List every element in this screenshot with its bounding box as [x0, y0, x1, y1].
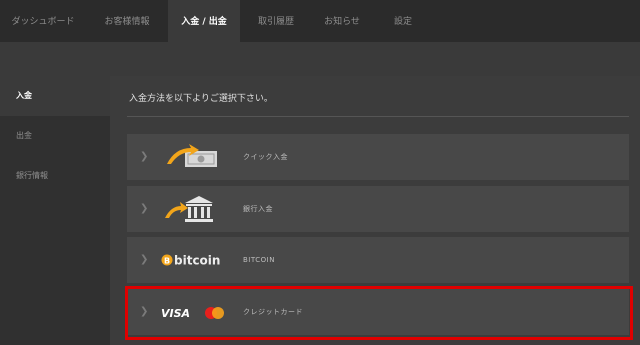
- top-navigation: ダッシュボード お客様情報 入金 / 出金 取引履歴 お知らせ 設定: [0, 0, 640, 42]
- bank-icon: [161, 194, 221, 224]
- method-bitcoin[interactable]: ❯ B bitcoin BITCOIN: [127, 237, 629, 283]
- sidebar-item-withdrawal[interactable]: 出金: [0, 116, 110, 156]
- method-label: BITCOIN: [243, 256, 275, 264]
- method-bank-deposit[interactable]: ❯ 銀行入金: [127, 186, 629, 232]
- tab-notices[interactable]: お知らせ: [312, 0, 372, 42]
- bitcoin-logo: B bitcoin: [161, 245, 221, 275]
- method-credit-card[interactable]: ❯ VISA クレジットカード: [127, 289, 629, 335]
- chevron-right-icon: ❯: [140, 254, 149, 265]
- chevron-right-icon: ❯: [140, 203, 149, 214]
- svg-text:B: B: [164, 257, 170, 266]
- method-label: クイック入金: [243, 153, 288, 161]
- tab-customer-info[interactable]: お客様情報: [86, 0, 168, 42]
- sidebar: 入金 出金 銀行情報: [0, 76, 110, 345]
- visa-mastercard-logo: VISA: [161, 297, 224, 327]
- page-heading: 入金方法を以下よりご選択下さい。: [129, 94, 273, 104]
- method-quick-deposit[interactable]: ❯ クイック入金: [127, 134, 629, 180]
- tab-dashboard[interactable]: ダッシュボード: [0, 0, 86, 42]
- sidebar-item-deposit[interactable]: 入金: [0, 76, 110, 116]
- tab-deposit-withdrawal[interactable]: 入金 / 出金: [168, 0, 240, 42]
- method-label: 銀行入金: [243, 205, 273, 213]
- chevron-right-icon: ❯: [140, 151, 149, 162]
- divider: [127, 116, 629, 117]
- chevron-right-icon: ❯: [140, 306, 149, 317]
- main-content: 入金方法を以下よりご選択下さい。 ❯ クイック入金 ❯ 銀行入金 ❯ B bit…: [110, 76, 640, 345]
- tab-transaction-history[interactable]: 取引履歴: [240, 0, 312, 42]
- method-label: クレジットカード: [243, 308, 303, 316]
- page-band: [0, 42, 640, 76]
- visa-logo-text: VISA: [161, 307, 190, 320]
- quick-deposit-cash-icon: [161, 142, 221, 172]
- bitcoin-logo-text: bitcoin: [174, 254, 220, 268]
- sidebar-item-bank-info[interactable]: 銀行情報: [0, 156, 110, 196]
- tab-settings[interactable]: 設定: [372, 0, 434, 42]
